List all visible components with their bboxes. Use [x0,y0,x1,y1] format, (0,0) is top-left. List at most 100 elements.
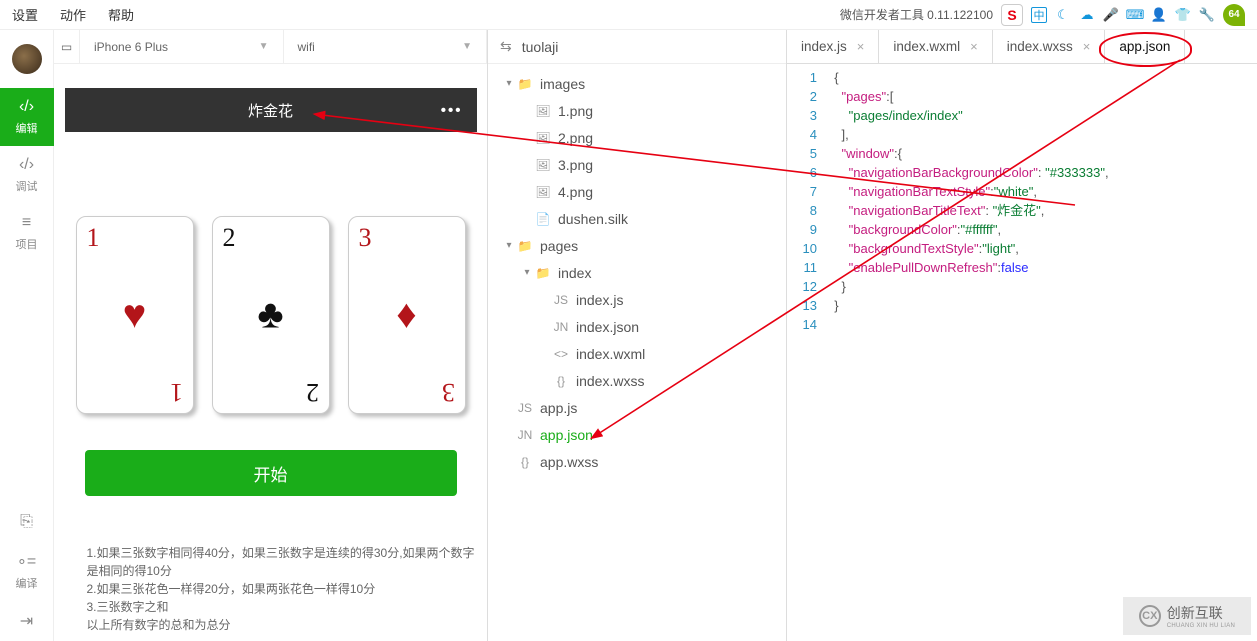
sidebar-item-copy[interactable]: ⎘ [0,503,54,541]
tree-item[interactable]: JS app.js [488,394,786,421]
tree-item[interactable]: JN index.json [488,313,786,340]
tree-item-label: images [540,76,585,92]
device-name: iPhone 6 Plus [94,40,168,54]
file-type-icon: JN [552,320,570,334]
zhong-icon[interactable]: 中 [1031,7,1047,23]
tab-label: index.wxml [893,39,960,54]
file-tree: ⇆ tuolaji ▾ 📁 images 🖼 1.png 🖼 2.png [487,30,787,641]
device-icon[interactable]: ▭ [54,30,80,63]
playing-card[interactable]: 1 ♥ 1 [76,216,194,414]
file-type-icon: JN [516,428,534,442]
card-rank-top: 2 [223,223,236,253]
card-suit-icon: ♦ [396,293,416,338]
tree-icon[interactable]: ⇆ [500,38,512,55]
tree-item-label: app.js [540,400,577,416]
shirt-icon[interactable]: 👕 [1175,7,1191,23]
tree-item-label: index.js [576,292,623,308]
watermark-logo-icon: CX [1139,605,1161,627]
file-type-icon: 🖼 [534,131,552,145]
code-content[interactable]: { "pages":[ "pages/index/index" ], "wind… [827,68,1257,641]
card-rank-bottom: 3 [442,377,455,407]
tab-label: app.json [1119,39,1170,54]
close-icon[interactable]: × [857,39,865,54]
start-button[interactable]: 开始 [85,450,457,496]
sidebar-item-compile[interactable]: ∘= 编译 [0,541,54,601]
tree-item-label: index.wxss [576,373,644,389]
menu-help[interactable]: 帮助 [108,5,134,24]
chevron-down-icon: ▼ [259,41,269,52]
file-type-icon: 📁 [534,266,552,280]
tree-item-label: app.wxss [540,454,598,470]
tree-item[interactable]: 🖼 3.png [488,151,786,178]
fold-icon: ▾ [502,240,516,251]
editor-tab[interactable]: index.wxss× [993,30,1106,63]
mic-icon[interactable]: 🎤 [1103,7,1119,23]
menu-dots-icon[interactable]: ••• [441,102,463,119]
device-bar: ▭ iPhone 6 Plus ▼ wifi ▼ [54,30,487,64]
playing-card[interactable]: 3 ♦ 3 [348,216,466,414]
close-icon[interactable]: × [1083,39,1091,54]
card-suit-icon: ♣ [257,293,283,338]
tree-item[interactable]: ▾ 📁 index [488,259,786,286]
device-select[interactable]: iPhone 6 Plus ▼ [80,30,284,63]
start-label: 开始 [254,461,288,486]
app-title: 微信开发者工具 0.11.122100 [840,6,993,23]
project-icon: ≡ [22,214,31,232]
sixtyfour-icon[interactable]: 64 [1223,4,1245,26]
menu-action[interactable]: 动作 [60,5,86,24]
tree-item[interactable]: 🖼 4.png [488,178,786,205]
sidebar-item-project[interactable]: ≡ 项目 [0,204,54,262]
cloud-icon[interactable]: ☁ [1079,7,1095,23]
sidebar-item-expand[interactable]: ⇥ [0,601,54,641]
tree-item[interactable]: {} app.wxss [488,448,786,475]
tree-item[interactable]: JS index.js [488,286,786,313]
code-icon: ‹/› [19,98,34,116]
file-type-icon: 📄 [534,212,552,226]
menu-settings[interactable]: 设置 [12,5,38,24]
file-type-icon: <> [552,347,570,361]
tree-item-label: index.json [576,319,639,335]
file-type-icon: 🖼 [534,104,552,118]
tree-item-label: pages [540,238,578,254]
card-rank-top: 3 [359,223,372,253]
sogou-icon[interactable]: S [1001,4,1023,26]
tree-item[interactable]: {} index.wxss [488,367,786,394]
tree-item[interactable]: 🖼 2.png [488,124,786,151]
tab-label: index.js [801,39,847,54]
chevron-down-icon: ▼ [462,41,472,52]
keyboard-icon[interactable]: ⌨ [1127,7,1143,23]
editor-tab[interactable]: app.json [1105,30,1185,63]
wrench-icon[interactable]: 🔧 [1199,7,1215,23]
file-type-icon: 🖼 [534,158,552,172]
tree-item[interactable]: 🖼 1.png [488,97,786,124]
network-select[interactable]: wifi ▼ [284,30,488,63]
sidebar-item-edit[interactable]: ‹/› 编辑 [0,88,54,146]
simulator: 炸金花 ••• 1 ♥ 12 ♣ 23 ♦ 3 开始 1.如果三张数字相同得40… [54,64,487,641]
person-icon[interactable]: 👤 [1151,7,1167,23]
watermark-sub: CHUANG XIN HU LIAN [1167,623,1235,629]
moon-icon[interactable]: ☾ [1055,7,1071,23]
card-suit-icon: ♥ [123,293,147,338]
sidebar-item-label: 调试 [16,178,38,194]
avatar[interactable] [12,44,42,74]
fold-icon: ▾ [520,267,534,278]
tree-item[interactable]: ▾ 📁 images [488,70,786,97]
expand-icon: ⇥ [20,611,33,631]
tree-item[interactable]: 📄 dushen.silk [488,205,786,232]
fold-icon: ▾ [502,78,516,89]
nav-title: 炸金花 [248,100,293,121]
sidebar-item-debug[interactable]: ‹/› 调试 [0,146,54,204]
copy-icon: ⎘ [20,513,33,531]
file-type-icon: 📁 [516,77,534,91]
tree-item[interactable]: ▾ 📁 pages [488,232,786,259]
playing-card[interactable]: 2 ♣ 2 [212,216,330,414]
compile-icon: ∘= [17,551,36,571]
close-icon[interactable]: × [970,39,978,54]
editor-tab[interactable]: index.js × [787,30,879,63]
sidebar-item-label: 项目 [16,236,38,252]
tree-item[interactable]: <> index.wxml [488,340,786,367]
tree-item[interactable]: JN app.json [488,421,786,448]
editor-tab[interactable]: index.wxml × [879,30,992,63]
tree-item-label: index.wxml [576,346,645,362]
debug-icon: ‹/› [19,156,34,174]
